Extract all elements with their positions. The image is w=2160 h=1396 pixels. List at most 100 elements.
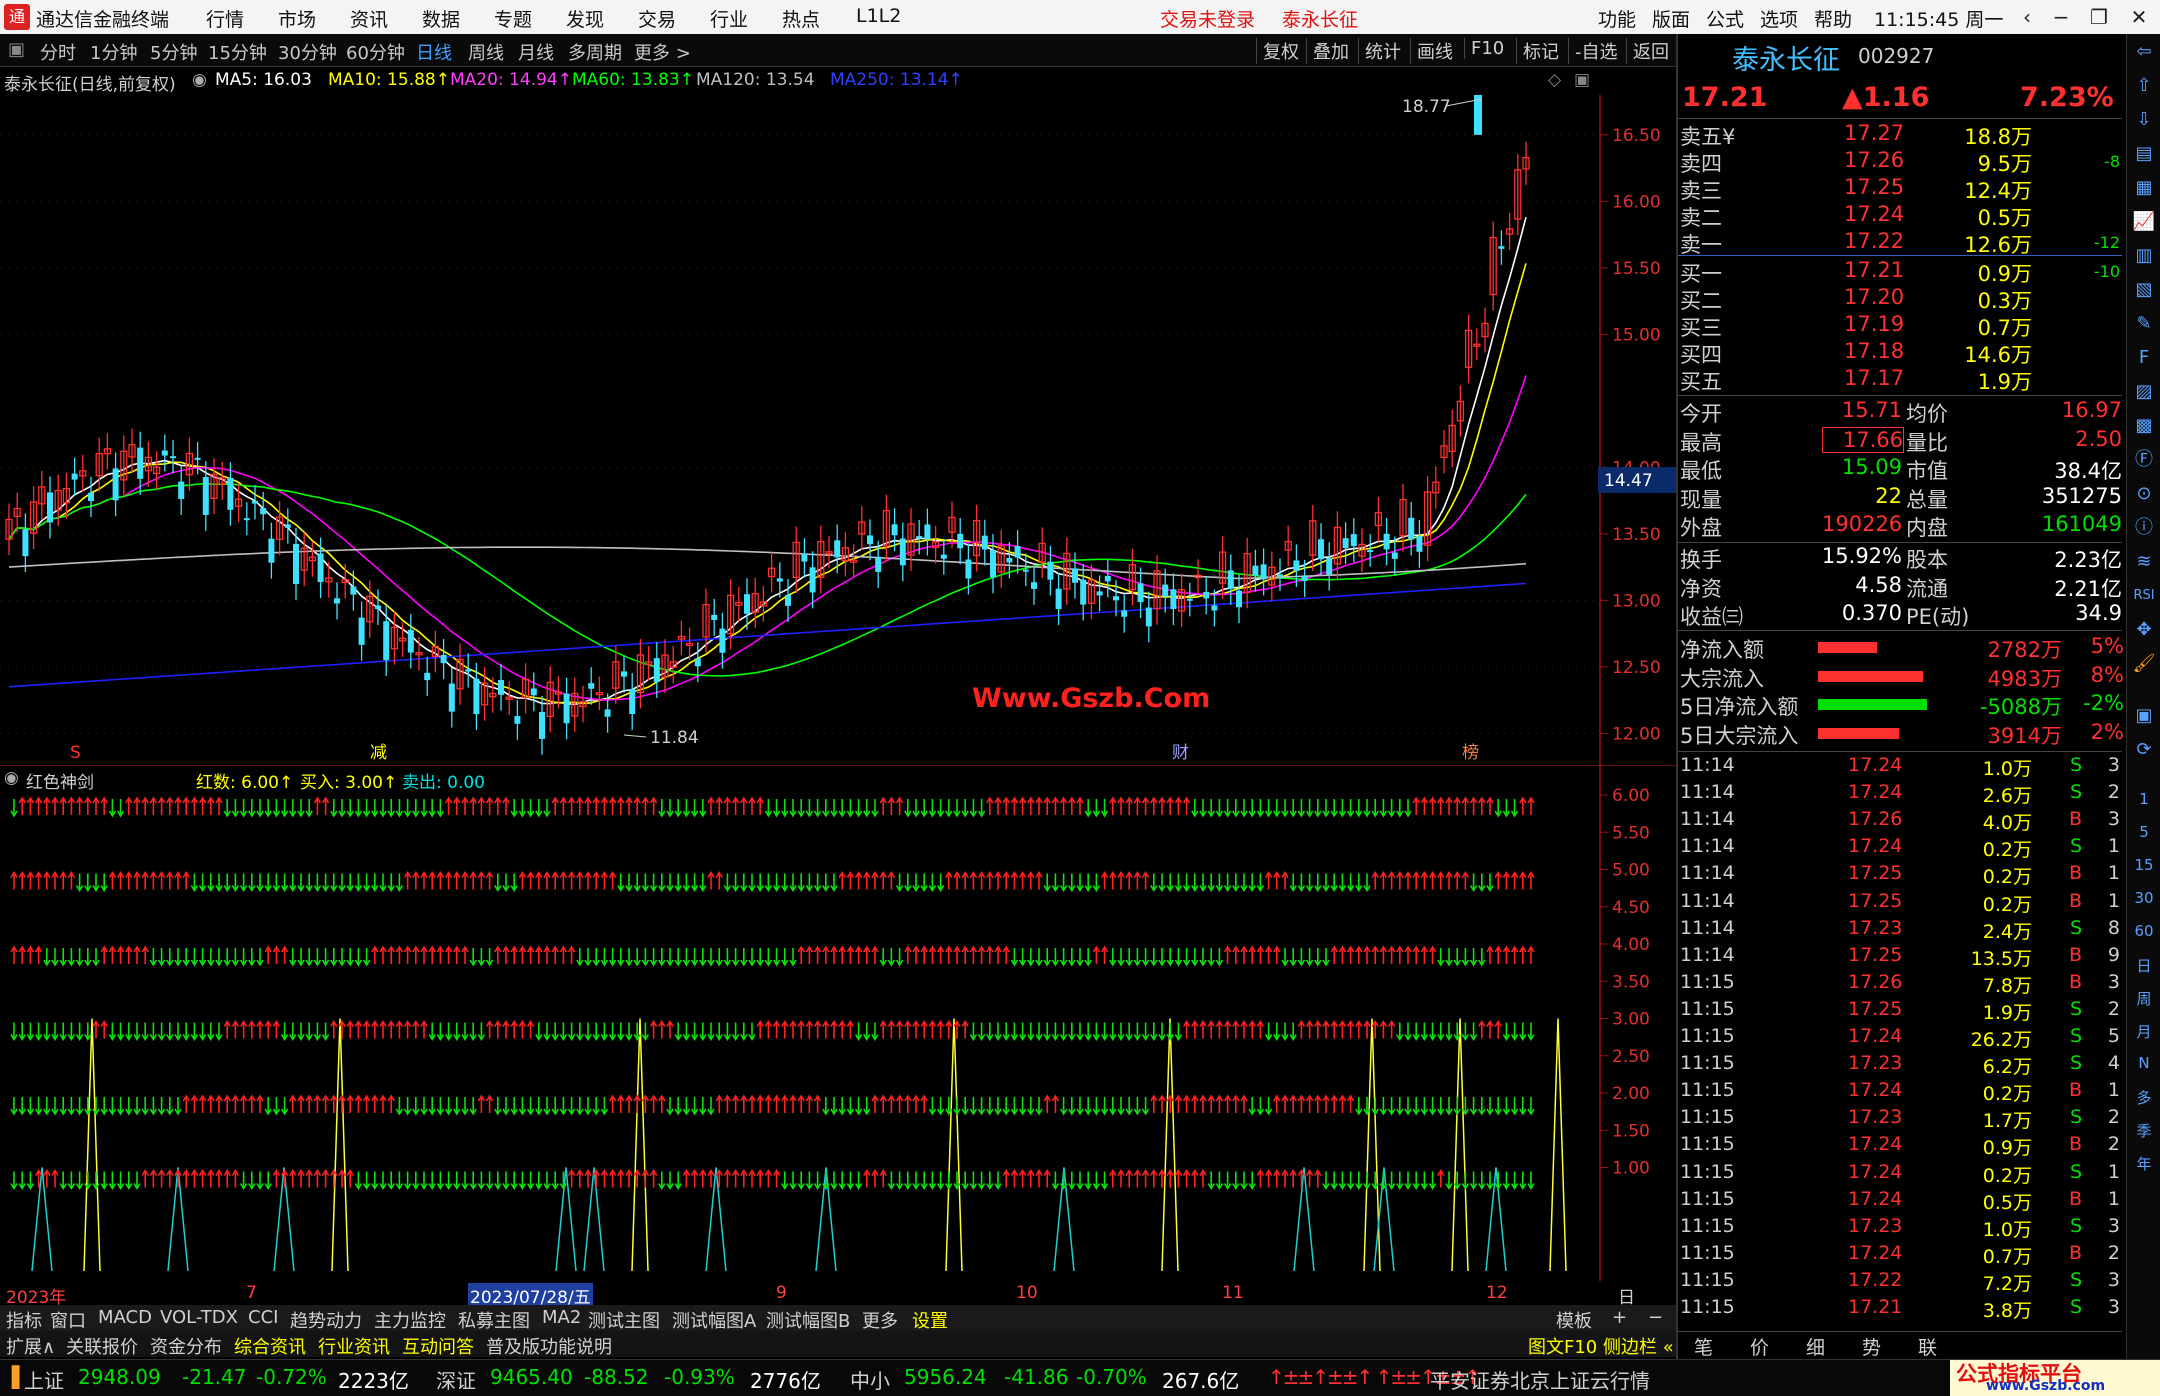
tool-draw[interactable]: 画线 xyxy=(1410,38,1453,64)
tab-window[interactable]: 窗口 xyxy=(50,1307,86,1333)
tab-general-news[interactable]: 综合资讯 xyxy=(234,1333,306,1359)
tab-macd[interactable]: MACD xyxy=(98,1307,152,1328)
strip-period-0[interactable]: 1 xyxy=(2129,790,2159,808)
tab-related-quote[interactable]: 关联报价 xyxy=(66,1333,138,1359)
period-30min[interactable]: 30分钟 xyxy=(278,39,337,65)
quote-tab[interactable]: 细 xyxy=(1806,1333,1825,1360)
diamond-icon[interactable]: ◇ xyxy=(1548,70,1561,90)
tab-expand[interactable]: 扩展∧ xyxy=(6,1333,55,1359)
bid-row[interactable]: 买二 17.20 0.3万 xyxy=(1680,285,2122,313)
tick-row[interactable]: 11:14 17.23 2.4万 S 8 xyxy=(1680,917,2122,943)
strip-period-8[interactable]: N xyxy=(2129,1054,2159,1072)
tick-row[interactable]: 11:15 17.23 1.0万 S 3 xyxy=(1680,1215,2122,1241)
move-icon[interactable]: ✥ xyxy=(2132,618,2156,642)
period-60min[interactable]: 60分钟 xyxy=(346,39,405,65)
strip-period-6[interactable]: 周 xyxy=(2129,988,2159,1009)
indicator-chart[interactable]: 6.00 5.50 5.00 4.50 4.00 3.50 3.00 2.50 2.00 1.50… xyxy=(0,765,1676,1281)
period-tick[interactable]: 分时 xyxy=(40,39,76,65)
tick-row[interactable]: 11:15 17.24 0.5万 B 1 xyxy=(1680,1188,2122,1214)
table-icon[interactable]: ▧ xyxy=(2132,278,2156,302)
menu-discover[interactable]: 发现 xyxy=(566,5,604,32)
tab-template[interactable]: 模板 xyxy=(1556,1307,1592,1333)
menu-trade[interactable]: 交易 xyxy=(638,5,676,32)
menu-l1l2[interactable]: L1L2 xyxy=(856,5,901,27)
wave-icon[interactable]: ≋ xyxy=(2132,550,2156,574)
back-arrow-icon[interactable]: ‹ xyxy=(2010,3,2044,31)
menu-layout[interactable]: 版面 xyxy=(1652,5,1690,32)
tab-cci[interactable]: CCI xyxy=(248,1307,278,1328)
quote-tab[interactable]: 势 xyxy=(1862,1333,1881,1360)
menu-industry[interactable]: 行业 xyxy=(710,5,748,32)
tool-stats[interactable]: 统计 xyxy=(1358,38,1401,64)
tick-row[interactable]: 11:14 17.24 2.6万 S 2 xyxy=(1680,781,2122,807)
tab-edition-info[interactable]: 普及版功能说明 xyxy=(486,1333,612,1359)
tick-row[interactable]: 11:15 17.24 0.9万 B 2 xyxy=(1680,1133,2122,1159)
candle-icon[interactable]: ▥ xyxy=(2132,244,2156,268)
tick-row[interactable]: 11:15 17.24 0.7万 B 2 xyxy=(1680,1242,2122,1268)
ask-row[interactable]: 卖四 17.26 9.5万 -8 xyxy=(1680,148,2122,176)
menu-topic[interactable]: 专题 xyxy=(494,5,532,32)
list-icon[interactable]: ▤ xyxy=(2132,142,2156,166)
tick-row[interactable]: 11:14 17.25 0.2万 B 1 xyxy=(1680,862,2122,888)
strip-period-4[interactable]: 60 xyxy=(2129,922,2159,940)
tick-row[interactable]: 11:15 17.26 7.8万 B 3 xyxy=(1680,971,2122,997)
arrow-left-icon[interactable]: ⇦ xyxy=(2132,40,2156,64)
ask-row[interactable]: 卖二 17.24 0.5万 xyxy=(1680,202,2122,230)
tick-row[interactable]: 11:15 17.24 0.2万 B 1 xyxy=(1680,1079,2122,1105)
strip-period-9[interactable]: 多 xyxy=(2129,1087,2159,1108)
menu-help[interactable]: 帮助 xyxy=(1814,5,1852,32)
info-icon[interactable]: ⓘ xyxy=(2132,516,2156,540)
menu-hot[interactable]: 热点 xyxy=(782,5,820,32)
ask-row[interactable]: 卖五¥ 17.27 18.8万 xyxy=(1680,121,2122,149)
tab-more[interactable]: 更多 xyxy=(862,1307,898,1333)
tab-indicator[interactable]: 指标 xyxy=(6,1307,42,1333)
period-1min[interactable]: 1分钟 xyxy=(90,39,137,65)
tick-row[interactable]: 11:15 17.25 1.9万 S 2 xyxy=(1680,998,2122,1024)
fs2-icon[interactable]: ▣ xyxy=(2132,704,2156,728)
tool-back[interactable]: 返回 xyxy=(1626,38,1669,64)
period-more[interactable]: 更多 > xyxy=(634,39,691,65)
strip-period-10[interactable]: 季 xyxy=(2129,1120,2159,1141)
strip-period-7[interactable]: 月 xyxy=(2129,1021,2159,1042)
strip-period-2[interactable]: 15 xyxy=(2129,856,2159,874)
period-15min[interactable]: 15分钟 xyxy=(208,39,267,65)
tab-plus[interactable]: + xyxy=(1612,1307,1627,1328)
strip-period-1[interactable]: 5 xyxy=(2129,823,2159,841)
tab-ma2[interactable]: MA2 xyxy=(542,1307,581,1328)
tab-test-main[interactable]: 测试主图 xyxy=(588,1307,660,1333)
period-5min[interactable]: 5分钟 xyxy=(150,39,197,65)
tab-test-b[interactable]: 测试幅图B xyxy=(766,1307,850,1333)
tab-vol-tdx[interactable]: VOL-TDX xyxy=(160,1307,238,1328)
tool-mark[interactable]: 标记 xyxy=(1516,38,1559,64)
tick-row[interactable]: 11:14 17.24 0.2万 S 1 xyxy=(1680,835,2122,861)
ask-row[interactable]: 卖三 17.25 12.4万 xyxy=(1680,175,2122,203)
tab-main-monitor[interactable]: 主力监控 xyxy=(374,1307,446,1333)
f10-icon[interactable]: F xyxy=(2132,346,2156,370)
quote-tab[interactable]: 笔 xyxy=(1694,1333,1713,1360)
period-daily[interactable]: 日线 xyxy=(416,39,452,65)
tick-row[interactable]: 11:14 17.24 1.0万 S 3 xyxy=(1680,754,2122,780)
menu-options[interactable]: 选项 xyxy=(1760,5,1798,32)
close-icon[interactable]: ✕ xyxy=(2122,3,2156,31)
tick-row[interactable]: 11:15 17.21 3.8万 S 3 xyxy=(1680,1296,2122,1322)
minimize-icon[interactable]: − xyxy=(2044,3,2078,31)
zx-name[interactable]: 中小 xyxy=(850,1365,890,1394)
tool-adjust[interactable]: 复权 xyxy=(1256,38,1299,64)
menu-quote[interactable]: 行情 xyxy=(206,5,244,32)
bid-row[interactable]: 买三 17.19 0.7万 xyxy=(1680,312,2122,340)
bid-row[interactable]: 买一 17.21 0.9万 -10 xyxy=(1680,258,2122,286)
toolbar-toggle-icon[interactable]: ▣ xyxy=(8,39,25,60)
tick-row[interactable]: 11:15 17.24 26.2万 S 5 xyxy=(1680,1025,2122,1051)
period-monthly[interactable]: 月线 xyxy=(518,39,554,65)
refresh-icon[interactable]: ⟳ xyxy=(2132,738,2156,762)
strip-period-5[interactable]: 日 xyxy=(2129,955,2159,976)
tab-qa[interactable]: 互动问答 xyxy=(402,1333,474,1359)
tab-trend-power[interactable]: 趋势动力 xyxy=(290,1307,362,1333)
tool-f10[interactable]: F10 xyxy=(1464,38,1504,59)
marker-s[interactable]: S xyxy=(70,743,81,763)
status-bars-icon[interactable]: ▐ xyxy=(4,1365,19,1389)
menu-data[interactable]: 数据 xyxy=(422,5,460,32)
settings-circle-icon[interactable]: ◉ xyxy=(192,70,207,90)
sh-name[interactable]: 上证 xyxy=(24,1365,64,1394)
restore-icon[interactable]: ❐ xyxy=(2082,3,2116,31)
